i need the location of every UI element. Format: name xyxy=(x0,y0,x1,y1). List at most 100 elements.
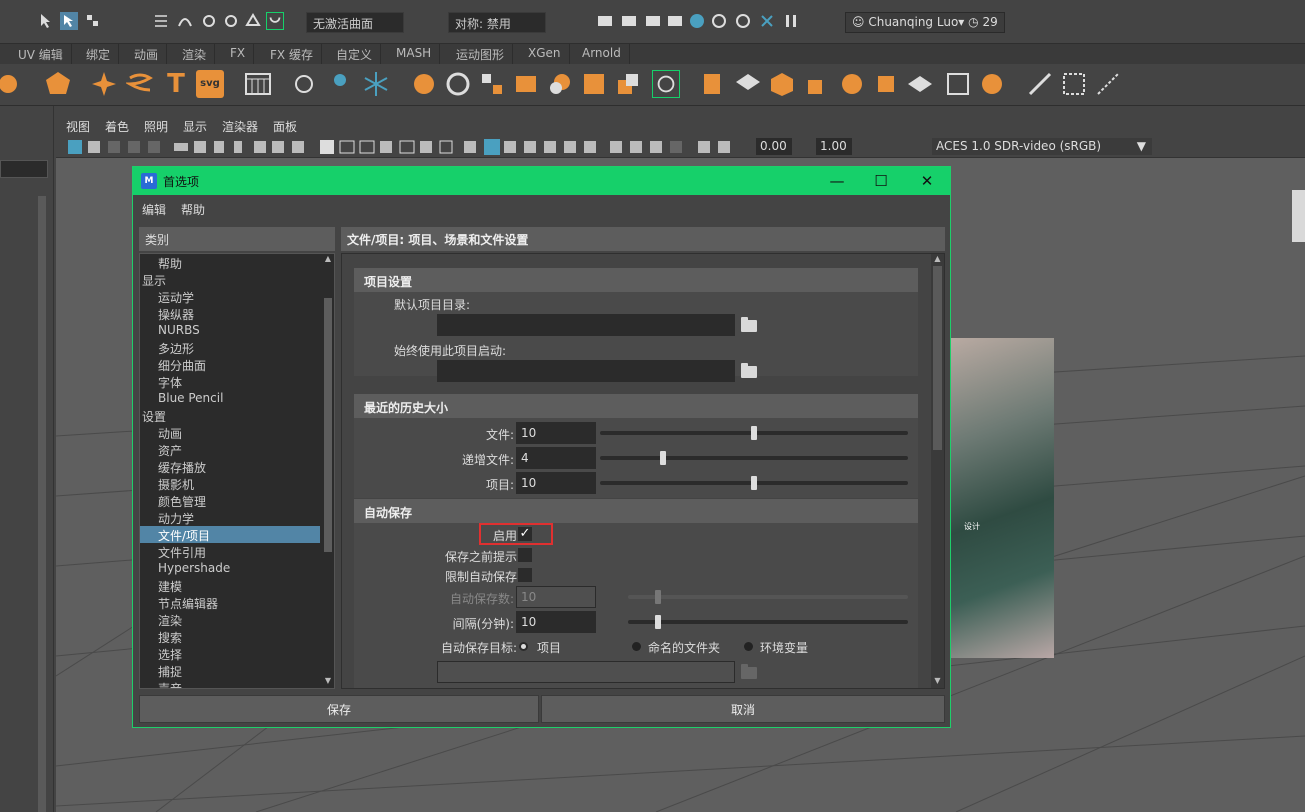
mesh-tool-12-icon[interactable] xyxy=(804,70,832,98)
projects-slider[interactable] xyxy=(600,476,908,490)
text-tool-icon[interactable]: T xyxy=(162,70,190,98)
category-item[interactable]: Hypershade xyxy=(140,560,320,577)
category-item[interactable]: 搜索 xyxy=(140,628,320,645)
category-item[interactable]: 选择 xyxy=(140,645,320,662)
vp-menu-view[interactable]: 视图 xyxy=(66,118,90,135)
select-tool-icon[interactable] xyxy=(38,12,56,30)
mesh-tool-1-icon[interactable] xyxy=(410,70,438,98)
category-item[interactable]: Blue Pencil xyxy=(140,390,320,407)
category-item[interactable]: 动力学 xyxy=(140,509,320,526)
category-item[interactable]: 字体 xyxy=(140,373,320,390)
section-autosave[interactable]: 自动保存 xyxy=(354,499,918,523)
files-slider[interactable] xyxy=(600,426,908,440)
platonic-solid-icon[interactable] xyxy=(44,70,72,98)
category-item[interactable]: 帮助 xyxy=(140,254,320,271)
scroll-down-icon[interactable]: ▼ xyxy=(932,676,943,686)
scroll-thumb[interactable] xyxy=(324,298,332,552)
scroll-thumb[interactable] xyxy=(933,266,942,450)
mesh-tool-13-icon[interactable] xyxy=(838,70,866,98)
categories-scrollbar[interactable]: ▲ ▼ xyxy=(322,254,334,688)
category-item[interactable]: 设置 xyxy=(140,407,320,424)
lasso-select-icon[interactable] xyxy=(60,12,78,30)
snowflake-zero-icon[interactable] xyxy=(362,70,390,98)
multi-cut-icon[interactable] xyxy=(1026,70,1054,98)
snap-surface-icon[interactable] xyxy=(244,12,262,30)
cancel-button[interactable]: 取消 xyxy=(541,695,945,723)
shelf-tab-mash[interactable]: MASH xyxy=(388,44,441,64)
scroll-up-icon[interactable]: ▲ xyxy=(932,254,943,264)
category-item[interactable]: 资产 xyxy=(140,441,320,458)
default-dir-field[interactable] xyxy=(437,314,735,336)
mesh-tool-15-icon[interactable] xyxy=(906,70,934,98)
type-grid-icon[interactable] xyxy=(244,70,272,98)
gamma-field[interactable]: 1.00 xyxy=(816,138,852,155)
helix-icon[interactable] xyxy=(126,70,154,98)
folder-icon[interactable] xyxy=(741,664,757,679)
increment-slider[interactable] xyxy=(600,451,908,465)
user-account-button[interactable]: ☺ Chuanqing Luo▾ ◷ 29 xyxy=(845,12,1005,33)
vp-menu-show[interactable]: 显示 xyxy=(183,118,207,135)
bend-deformer-icon[interactable] xyxy=(290,70,318,98)
save-button[interactable]: 保存 xyxy=(139,695,539,723)
shelf-tab-xgen[interactable]: XGen xyxy=(520,44,570,64)
category-item[interactable]: 摄影机 xyxy=(140,475,320,492)
category-item[interactable]: 细分曲面 xyxy=(140,356,320,373)
left-dropdown[interactable] xyxy=(0,160,48,178)
target-radio-project[interactable] xyxy=(519,642,528,651)
scroll-up-icon[interactable]: ▲ xyxy=(323,254,333,264)
vp-menu-lighting[interactable]: 照明 xyxy=(144,118,168,135)
snap-point-icon[interactable] xyxy=(200,12,218,30)
category-item[interactable]: 捕捉 xyxy=(140,662,320,679)
target-radio-named-folder[interactable] xyxy=(632,642,641,651)
minimize-button[interactable]: — xyxy=(825,170,849,192)
ipr-render-icon[interactable] xyxy=(644,12,662,30)
vp-menu-panels[interactable]: 面板 xyxy=(273,118,297,135)
shelf-tab-fx-cache[interactable]: FX 缓存 xyxy=(262,44,322,64)
category-item[interactable]: 文件/项目 xyxy=(140,526,320,543)
count-slider-knob[interactable] xyxy=(655,590,661,604)
projects-field[interactable]: 10 xyxy=(516,472,596,494)
toggle-tool-icon[interactable] xyxy=(758,12,776,30)
mesh-tool-6-icon[interactable] xyxy=(580,70,608,98)
interval-slider[interactable] xyxy=(628,615,908,629)
category-item[interactable]: 显示 xyxy=(140,271,320,288)
count-field[interactable]: 10 xyxy=(516,586,596,608)
exposure-field[interactable]: 0.00 xyxy=(756,138,792,155)
mesh-tool-2-icon[interactable] xyxy=(444,70,472,98)
category-item[interactable]: 运动学 xyxy=(140,288,320,305)
increment-slider-knob[interactable] xyxy=(660,451,666,465)
category-item[interactable]: 缓存播放 xyxy=(140,458,320,475)
mesh-tool-11-icon[interactable] xyxy=(768,70,796,98)
interval-slider-knob[interactable] xyxy=(655,615,661,629)
render-settings-icon[interactable] xyxy=(666,12,684,30)
always-use-field[interactable] xyxy=(437,360,735,382)
light-editor-icon[interactable] xyxy=(734,12,752,30)
mesh-tool-7-icon[interactable] xyxy=(614,70,642,98)
category-item[interactable]: 操纵器 xyxy=(140,305,320,322)
shelf-tab-motion-graphics[interactable]: 运动图形 xyxy=(448,44,514,64)
color-space-dropdown[interactable]: ACES 1.0 SDR-video (sRGB) ▼ xyxy=(932,138,1152,155)
shelf-tool-icon[interactable] xyxy=(0,70,28,98)
target-weld-icon[interactable] xyxy=(1094,70,1122,98)
mesh-tool-9-icon[interactable] xyxy=(698,70,726,98)
mesh-tool-16-icon[interactable] xyxy=(944,70,972,98)
files-slider-knob[interactable] xyxy=(751,426,757,440)
category-item[interactable]: 声音 xyxy=(140,679,320,688)
category-item[interactable]: 建模 xyxy=(140,577,320,594)
mesh-tool-5-icon[interactable] xyxy=(546,70,574,98)
files-field[interactable]: 10 xyxy=(516,422,596,444)
left-scrollbar[interactable] xyxy=(38,196,46,812)
shelf-tab-arnold[interactable]: Arnold xyxy=(574,44,630,64)
mesh-tool-8-icon[interactable] xyxy=(652,70,680,98)
shelf-tab-custom[interactable]: 自定义 xyxy=(328,44,382,64)
symmetry-field[interactable]: 对称: 禁用 xyxy=(448,12,546,33)
viewport-toolbar-icons[interactable] xyxy=(64,136,744,158)
snap-view-icon[interactable] xyxy=(222,12,240,30)
maximize-button[interactable]: ☐ xyxy=(869,170,893,192)
section-history[interactable]: 最近的历史大小 xyxy=(354,394,918,418)
interval-field[interactable]: 10 xyxy=(516,611,596,633)
category-item[interactable]: 动画 xyxy=(140,424,320,441)
category-item[interactable]: 渲染 xyxy=(140,611,320,628)
dialog-titlebar[interactable]: M 首选项 — ☐ ✕ xyxy=(133,167,950,195)
paint-select-icon[interactable] xyxy=(84,12,102,30)
